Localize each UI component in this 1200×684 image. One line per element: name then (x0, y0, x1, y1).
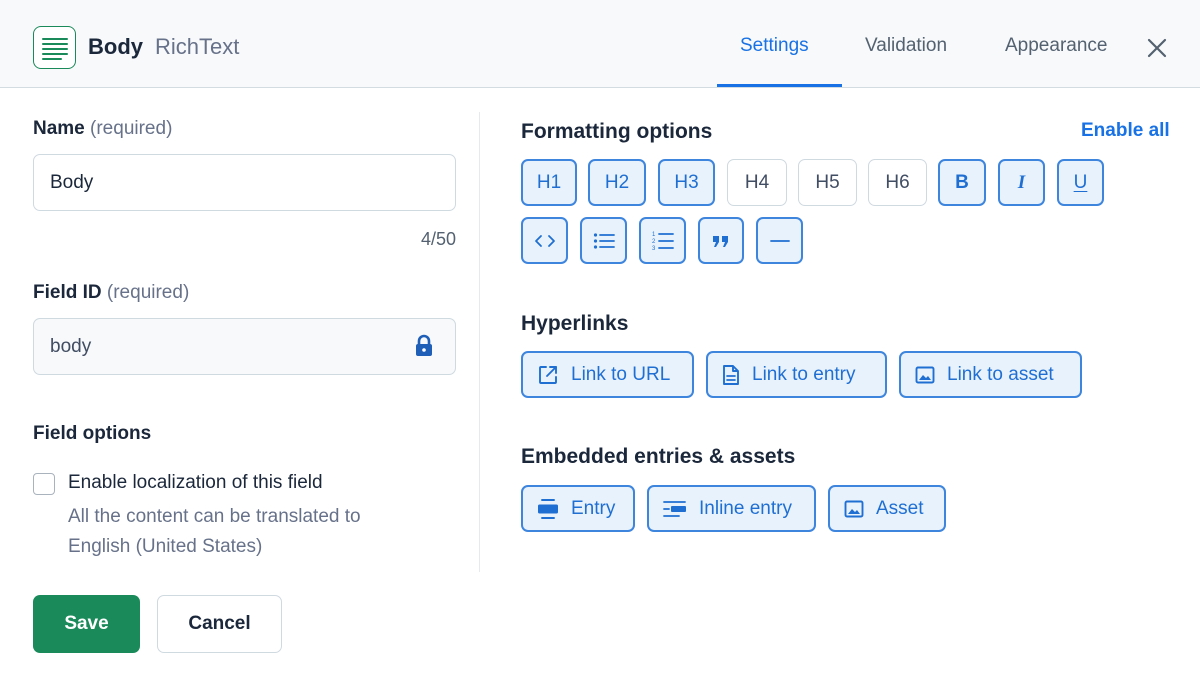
italic-icon: I (1017, 171, 1026, 193)
underline-icon: U (1073, 171, 1088, 193)
localization-checkbox[interactable] (33, 473, 55, 495)
toggle-underline[interactable]: U (1057, 159, 1104, 206)
toggle-h4[interactable]: H4 (727, 159, 787, 206)
svg-text:2: 2 (652, 239, 656, 245)
toggle-h2[interactable]: H2 (588, 159, 646, 206)
svg-text:3: 3 (652, 246, 656, 251)
inline-entry-icon (663, 500, 686, 517)
horizontal-rule-icon (769, 239, 790, 242)
field-id-required-note: (required) (106, 282, 190, 303)
active-tab-indicator (717, 84, 842, 87)
field-name-title: Body (88, 34, 143, 59)
image-icon (915, 366, 935, 383)
field-id-label: Field ID (required) (33, 282, 189, 304)
embed-entry-button[interactable]: Entry (521, 485, 635, 532)
link-to-url-label: Link to URL (571, 363, 671, 385)
localization-help: All the content can be translated to Eng… (68, 506, 361, 557)
hyperlinks-title: Hyperlinks (521, 312, 629, 335)
name-required-note: (required) (90, 118, 173, 139)
bold-icon: B (955, 171, 969, 193)
link-to-entry-label: Link to entry (752, 363, 856, 385)
link-to-entry-button[interactable]: Link to entry (706, 351, 887, 398)
tab-validation[interactable]: Validation (865, 35, 947, 57)
embed-entry-label: Entry (571, 497, 616, 519)
quote-icon (713, 235, 728, 247)
embed-asset-label: Asset (876, 497, 924, 519)
formatting-options-title: Formatting options (521, 120, 713, 143)
tab-settings[interactable]: Settings (740, 35, 809, 57)
block-entry-icon (538, 498, 558, 519)
link-to-url-button[interactable]: Link to URL (521, 351, 694, 398)
link-to-asset-label: Link to asset (947, 363, 1054, 385)
rich-text-icon (33, 26, 76, 69)
toggle-h5[interactable]: H5 (798, 159, 857, 206)
toggle-code[interactable] (521, 217, 568, 264)
save-button[interactable]: Save (33, 595, 140, 653)
lock-icon (413, 334, 435, 358)
name-input[interactable] (33, 154, 456, 211)
image-icon (844, 500, 864, 517)
embed-inline-entry-label: Inline entry (699, 497, 792, 519)
toggle-numbered-list[interactable]: 123 (639, 217, 686, 264)
close-icon[interactable] (1144, 35, 1170, 61)
field-options-title: Field options (33, 423, 152, 444)
external-link-icon (539, 365, 557, 384)
embed-asset-button[interactable]: Asset (828, 485, 946, 532)
cancel-button[interactable]: Cancel (157, 595, 282, 653)
numbered-list-icon: 123 (652, 232, 674, 251)
name-char-counter: 4/50 (420, 229, 456, 249)
toggle-h3[interactable]: H3 (658, 159, 715, 206)
document-icon (723, 364, 739, 385)
bulleted-list-icon (593, 232, 615, 249)
name-label-text: Name (33, 118, 85, 139)
toggle-italic[interactable]: I (998, 159, 1045, 206)
toggle-bulleted-list[interactable] (580, 217, 627, 264)
column-divider (479, 112, 480, 572)
tab-appearance[interactable]: Appearance (1005, 35, 1107, 57)
toggle-h6[interactable]: H6 (868, 159, 927, 206)
field-id-label-text: Field ID (33, 282, 102, 303)
toggle-horizontal-rule[interactable] (756, 217, 803, 264)
embedded-title: Embedded entries & assets (521, 445, 796, 468)
field-id-input[interactable] (33, 318, 456, 375)
localization-label[interactable]: Enable localization of this field (68, 472, 323, 494)
link-to-asset-button[interactable]: Link to asset (899, 351, 1082, 398)
svg-text:1: 1 (652, 232, 656, 238)
toggle-quote[interactable] (698, 217, 744, 264)
name-label: Name (required) (33, 118, 172, 140)
field-type-title: RichText (155, 34, 240, 59)
embed-inline-entry-button[interactable]: Inline entry (647, 485, 816, 532)
toggle-h1[interactable]: H1 (521, 159, 577, 206)
dialog-header: Body RichText Settings Validation Appear… (0, 0, 1200, 88)
enable-all-link[interactable]: Enable all (1081, 120, 1170, 142)
toggle-bold[interactable]: B (938, 159, 986, 206)
code-icon (534, 234, 555, 247)
